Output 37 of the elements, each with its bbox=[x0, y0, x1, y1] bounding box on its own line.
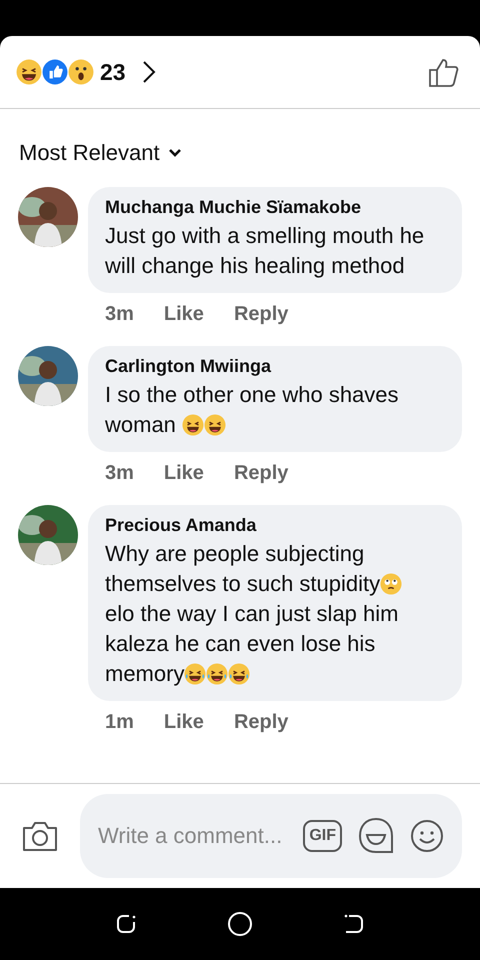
laughing-face-icon bbox=[204, 414, 226, 436]
commenter-name[interactable]: Carlington Mwiinga bbox=[105, 356, 435, 377]
comment-text: I so the other one who shaves woman bbox=[105, 381, 400, 439]
comment-text: Just go with a smelling mouth he will change his healing method bbox=[105, 222, 426, 280]
laughing-face-icon bbox=[182, 414, 204, 436]
comment-input-field[interactable]: Write a comment... GIF bbox=[80, 794, 462, 878]
reaction-count[interactable]: 23 bbox=[100, 58, 126, 86]
chevron-right-icon[interactable] bbox=[142, 60, 156, 84]
eye-roll-face-icon bbox=[380, 573, 402, 595]
reply-button[interactable]: Reply bbox=[234, 711, 288, 734]
crying-laughing-face-icon bbox=[206, 663, 228, 685]
camera-icon[interactable] bbox=[22, 820, 58, 852]
comment-time: 3m bbox=[105, 303, 134, 326]
like-button[interactable]: Like bbox=[164, 303, 204, 326]
laughing-face-icon bbox=[16, 59, 42, 85]
crying-laughing-face-icon bbox=[228, 663, 250, 685]
comment-text: Why are people subjecting themselves to such stupidity elo the way I can just slap him kaleza he can even lose his memory bbox=[105, 539, 435, 689]
reply-button[interactable]: Reply bbox=[234, 303, 288, 326]
like-button[interactable]: Like bbox=[164, 711, 204, 734]
chevron-down-icon[interactable] bbox=[168, 148, 182, 158]
home-icon[interactable] bbox=[227, 911, 253, 937]
sticker-icon[interactable] bbox=[358, 817, 394, 855]
back-icon[interactable] bbox=[343, 913, 365, 935]
gif-button[interactable]: GIF bbox=[303, 820, 342, 852]
thumbs-up-icon[interactable] bbox=[428, 56, 460, 88]
reply-button[interactable]: Reply bbox=[234, 462, 288, 485]
sort-dropdown[interactable]: Most Relevant bbox=[19, 140, 160, 166]
commenter-name[interactable]: Precious Amanda bbox=[105, 515, 435, 536]
recent-apps-icon[interactable] bbox=[115, 913, 137, 935]
comment-time: 3m bbox=[105, 462, 134, 485]
like-button[interactable]: Like bbox=[164, 462, 204, 485]
emoji-icon[interactable] bbox=[410, 819, 444, 853]
crying-laughing-face-icon bbox=[184, 663, 206, 685]
surprised-face-icon bbox=[68, 59, 94, 85]
comment-time: 1m bbox=[105, 711, 134, 734]
thumbs-up-icon bbox=[42, 59, 68, 85]
commenter-name[interactable]: Muchanga Muchie Sïamakobe bbox=[105, 197, 435, 218]
